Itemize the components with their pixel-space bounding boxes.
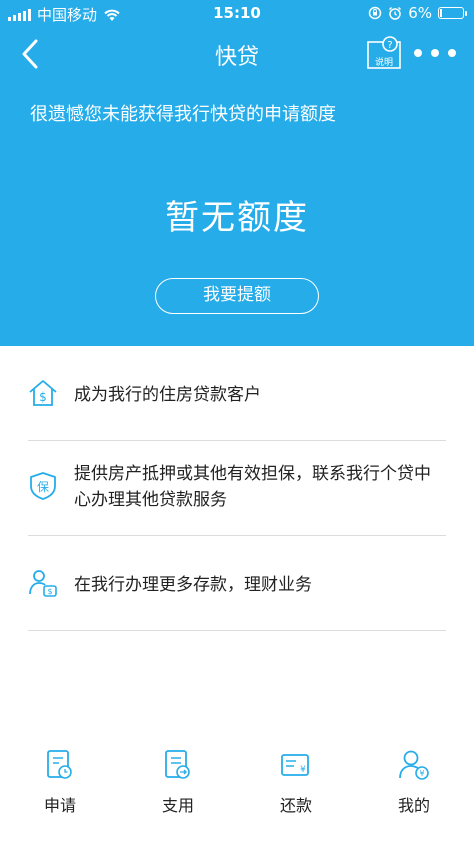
raise-quota-button[interactable]: 我要提额 [155,278,319,314]
list-item: $ 在我行办理更多存款，理财业务 [28,536,446,631]
list-item: $ 成为我行的住房贷款客户 [28,346,446,441]
tab-apply[interactable]: 申请 [10,748,110,828]
help-button[interactable]: ? 说明 [366,36,402,70]
tab-withdraw[interactable]: 支用 [128,748,228,828]
battery-icon [438,7,467,19]
tab-label: 支用 [161,796,194,815]
tab-label: 申请 [43,796,76,815]
tab-label: 我的 [397,796,430,815]
tip-text: 在我行办理更多存款，理财业务 [74,575,312,595]
shield-bao-icon: 保 [30,472,56,500]
page-title: 快贷 [214,45,259,70]
profile-icon: ¥ [399,750,429,780]
svg-text:保: 保 [37,480,49,494]
nav-bar: 快贷 ? 说明 [0,26,474,82]
tab-bar: 申请 支用 ¥ 还款 ¥ 我的 [0,738,474,843]
more-dot-icon [414,49,422,57]
header-panel: 中国移动 15:10 6% 快贷 ? 说明 很遗憾您未能获得我行快贷的申请额度 … [0,0,474,346]
svg-text:$: $ [39,390,47,404]
rotation-lock-icon [368,6,382,20]
quota-text: 暂无额度 [165,198,309,238]
tab-profile[interactable]: ¥ 我的 [364,748,464,828]
tip-text: 成为我行的住房贷款客户 [74,385,261,405]
more-dot-icon [431,49,439,57]
status-bar: 中国移动 15:10 6% [0,0,474,26]
tab-label: 还款 [279,796,312,815]
help-label: 说明 [374,58,393,68]
svg-text:?: ? [387,40,392,51]
notice-text: 很遗憾您未能获得我行快贷的申请额度 [30,104,336,125]
tab-repay[interactable]: ¥ 还款 [246,748,346,828]
apply-icon [47,750,72,779]
house-dollar-icon: $ [29,380,57,406]
tip-text: 提供房产抵押或其他有效担保，联系我行个贷中心办理其他贷款服务 [74,464,431,510]
list-item: 保 提供房产抵押或其他有效担保，联系我行个贷中心办理其他贷款服务 [28,441,446,536]
withdraw-icon [165,750,190,779]
svg-text:¥: ¥ [300,765,306,775]
svg-text:¥: ¥ [419,769,424,778]
user-money-icon: $ [29,570,57,597]
repay-icon: ¥ [281,754,309,776]
svg-text:$: $ [47,587,52,596]
battery-percent: 6% [408,4,432,22]
alarm-icon [389,6,402,20]
more-dot-icon [448,49,456,57]
more-button[interactable] [414,40,456,66]
